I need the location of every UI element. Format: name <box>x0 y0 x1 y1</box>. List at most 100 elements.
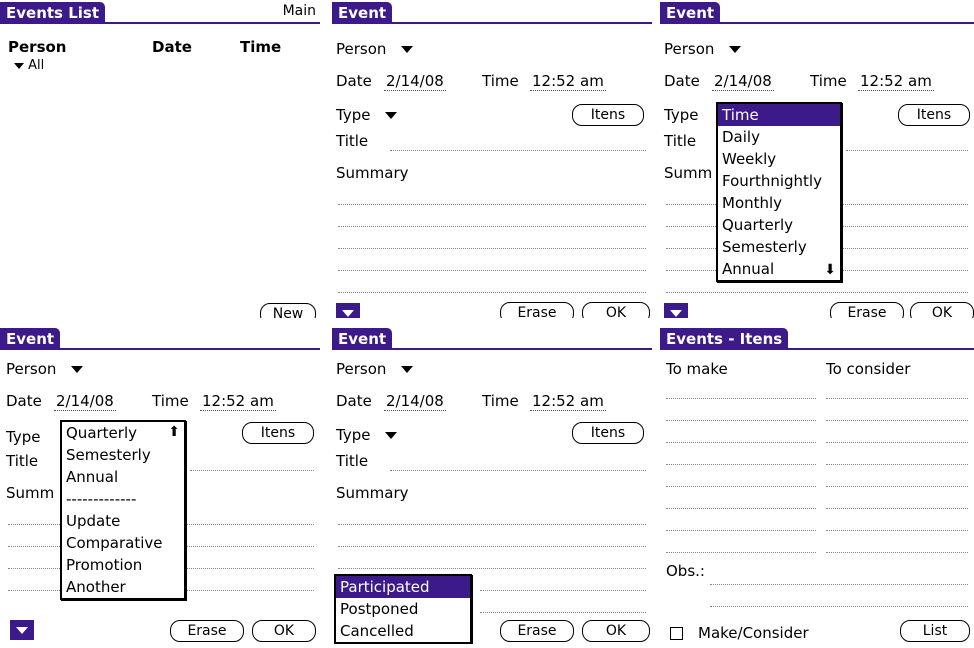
to-consider-line[interactable] <box>826 486 968 487</box>
popup-option[interactable]: Daily <box>718 126 840 148</box>
erase-button[interactable]: Erase <box>500 620 574 642</box>
person-trigger[interactable]: Person <box>336 40 414 58</box>
summary-line[interactable] <box>338 270 646 271</box>
summary-line[interactable] <box>480 590 646 591</box>
event-screen-type-popup: Event Person Date 2/14/08 Time 12:52 am … <box>660 0 974 318</box>
popup-option[interactable]: Comparative <box>62 532 184 554</box>
popup-option[interactable]: Another <box>62 576 184 598</box>
summary-line[interactable] <box>338 546 646 547</box>
itens-button[interactable]: Itens <box>572 422 644 444</box>
popup-option[interactable]: Annual <box>718 258 840 280</box>
column-header-person[interactable]: Person <box>8 38 66 56</box>
to-make-line[interactable] <box>666 420 816 421</box>
title-field[interactable] <box>390 470 646 471</box>
screen-title[interactable]: Events List <box>0 2 105 24</box>
erase-button[interactable]: Erase <box>500 302 574 318</box>
time-field[interactable]: 12:52 am <box>530 392 606 411</box>
erase-button[interactable]: Erase <box>170 620 244 642</box>
popup-option[interactable]: Quarterly <box>718 214 840 236</box>
ok-button[interactable]: OK <box>582 620 650 642</box>
column-header-time[interactable]: Time <box>240 38 281 56</box>
status-popup-list: Participated Postponed Cancelled <box>334 574 472 644</box>
itens-button[interactable]: Itens <box>242 422 314 444</box>
person-filter-trigger[interactable]: All <box>14 58 44 73</box>
make-consider-checkbox[interactable] <box>670 627 683 640</box>
date-field[interactable]: 2/14/08 <box>54 392 116 411</box>
scroll-down-arrow-icon[interactable]: ⬇ <box>824 262 836 278</box>
scroll-up-arrow-icon[interactable]: ⬆ <box>168 424 180 440</box>
screen-title: Event <box>660 2 721 24</box>
obs-line[interactable] <box>710 584 968 585</box>
person-trigger[interactable]: Person <box>664 40 742 58</box>
ok-button[interactable]: OK <box>582 302 650 318</box>
summary-line[interactable] <box>338 248 646 249</box>
menu-button[interactable] <box>336 303 360 318</box>
to-make-line[interactable] <box>666 508 816 509</box>
menu-button[interactable] <box>664 303 688 318</box>
to-consider-line[interactable] <box>826 530 968 531</box>
events-itens-screen: Events - Itens To make To consider Obs.:… <box>660 326 974 644</box>
to-make-line[interactable] <box>666 398 816 399</box>
list-button[interactable]: List <box>900 620 970 642</box>
popup-option[interactable]: Promotion <box>62 554 184 576</box>
obs-line[interactable] <box>710 606 968 607</box>
popup-option[interactable]: Time <box>718 104 840 126</box>
to-make-line[interactable] <box>666 442 816 443</box>
summary-line[interactable] <box>338 568 646 569</box>
ok-button[interactable]: OK <box>252 620 316 642</box>
menu-arrow-icon <box>670 310 682 317</box>
to-make-line[interactable] <box>666 464 816 465</box>
title-field[interactable] <box>190 470 314 471</box>
to-consider-line[interactable] <box>826 464 968 465</box>
popup-option[interactable]: Cancelled <box>336 620 470 642</box>
popup-option[interactable]: Postponed <box>336 598 470 620</box>
popup-option[interactable]: Weekly <box>718 148 840 170</box>
person-trigger[interactable]: Person <box>336 360 414 378</box>
type-trigger[interactable]: Type <box>336 106 398 124</box>
summary-line[interactable] <box>338 204 646 205</box>
itens-button[interactable]: Itens <box>572 104 644 126</box>
menu-button[interactable] <box>10 620 34 640</box>
category-popup-list: Quarterly Semesterly Annual ------------… <box>60 420 186 600</box>
time-field[interactable]: 12:52 am <box>858 72 934 91</box>
to-consider-line[interactable] <box>826 398 968 399</box>
title-field[interactable] <box>846 150 968 151</box>
person-trigger[interactable]: Person <box>6 360 84 378</box>
popup-option[interactable]: Semesterly <box>718 236 840 258</box>
summary-line[interactable] <box>338 292 646 293</box>
column-header-date[interactable]: Date <box>152 38 192 56</box>
time-field[interactable]: 12:52 am <box>530 72 606 91</box>
date-field[interactable]: 2/14/08 <box>384 72 446 91</box>
popup-option[interactable]: Fourthnightly <box>718 170 840 192</box>
summary-line[interactable] <box>480 612 646 613</box>
title-field[interactable] <box>390 150 646 151</box>
to-consider-line[interactable] <box>826 420 968 421</box>
to-make-line[interactable] <box>666 552 816 553</box>
type-trigger[interactable]: Type <box>336 426 398 444</box>
date-field[interactable]: 2/14/08 <box>712 72 774 91</box>
popup-option[interactable]: Quarterly <box>62 422 184 444</box>
title-label: Title <box>6 452 39 470</box>
popup-option[interactable]: Update <box>62 510 184 532</box>
popup-option[interactable]: Annual <box>62 466 184 488</box>
new-button[interactable]: New <box>260 303 316 318</box>
date-field[interactable]: 2/14/08 <box>384 392 446 411</box>
to-consider-line[interactable] <box>826 552 968 553</box>
title-label: Title <box>336 132 369 150</box>
ok-button[interactable]: OK <box>910 302 974 318</box>
summary-line[interactable] <box>338 524 646 525</box>
to-make-line[interactable] <box>666 530 816 531</box>
popup-option[interactable]: Monthly <box>718 192 840 214</box>
popup-option[interactable]: Semesterly <box>62 444 184 466</box>
to-make-line[interactable] <box>666 486 816 487</box>
to-consider-line[interactable] <box>826 508 968 509</box>
summary-line[interactable] <box>666 292 968 293</box>
summary-line[interactable] <box>338 226 646 227</box>
to-consider-line[interactable] <box>826 442 968 443</box>
time-label: Time <box>152 392 189 410</box>
time-field[interactable]: 12:52 am <box>200 392 276 411</box>
itens-button[interactable]: Itens <box>898 104 970 126</box>
popup-option[interactable]: Participated <box>336 576 470 598</box>
menu-category[interactable]: Main <box>283 3 316 19</box>
erase-button[interactable]: Erase <box>830 302 904 318</box>
